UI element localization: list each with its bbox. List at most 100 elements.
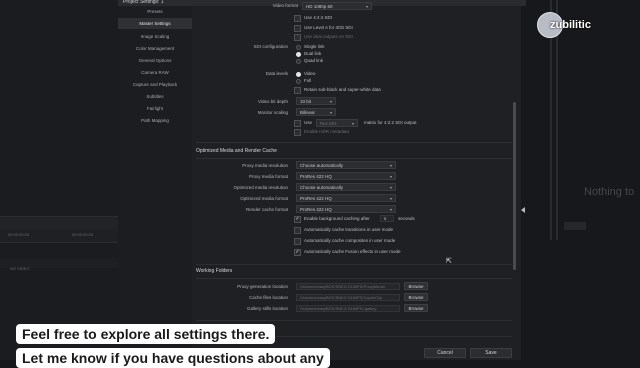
monitor-scaling-select[interactable]: Bilinear ▾ [296, 108, 336, 116]
video-bit-depth-label: Video bit depth [258, 99, 288, 104]
timecode-left: 00:00:00:00 [8, 232, 30, 237]
render-cache-format-label: Render cache format [245, 207, 288, 212]
optimized-format-select[interactable]: ProRes 422 HQ ▾ [296, 194, 396, 202]
gallery-location-browse-button[interactable]: Browse [404, 304, 428, 312]
nav-item-color-management[interactable]: Color Management [118, 43, 192, 54]
chevron-down-icon: ▾ [329, 110, 332, 115]
hdr-metadata-label: Enable HDR metadata [304, 129, 350, 134]
background-control [564, 222, 586, 230]
render-cache-format-select[interactable]: ProRes 422 HQ ▾ [296, 205, 396, 213]
video-levels-label: Video [304, 71, 316, 76]
full-levels-label: Full [304, 78, 312, 83]
chevron-down-icon: ▾ [389, 174, 392, 179]
section-divider [196, 320, 512, 321]
hdr-metadata-checkbox[interactable] [294, 129, 301, 136]
cache-composites-checkbox[interactable] [294, 238, 301, 245]
proxy-resolution-select[interactable]: Choose automatically ▾ [296, 161, 396, 169]
mouse-pointer-icon: ⇱ [446, 258, 452, 265]
chevron-down-icon: ▾ [389, 163, 392, 168]
use-dual-outputs-checkbox[interactable] [294, 34, 301, 41]
background-caching-checkbox[interactable]: ✓ [294, 216, 301, 223]
cache-fusion-label: Automatically cache Fusion effects in us… [304, 249, 401, 254]
optimized-resolution-label: Optimized media resolution [233, 185, 288, 190]
use-level-a-label: Use Level A for 3Gb SDI [304, 25, 353, 30]
retain-data-checkbox[interactable] [294, 87, 301, 94]
cache-location-browse-button[interactable]: Browse [404, 293, 428, 301]
use-matrix-checkbox[interactable] [294, 120, 301, 127]
monitor-scaling-value: Bilinear [300, 110, 316, 115]
nav-item-image-scaling[interactable]: Image Scaling [118, 31, 192, 42]
cache-transitions-label: Automatically cache transitions in user … [304, 227, 394, 232]
render-cache-format-value: ProRes 422 HQ [300, 207, 332, 212]
proxy-location-browse-button[interactable]: Browse [404, 282, 428, 290]
quad-link-label: Quad link [304, 58, 324, 63]
single-link-radio[interactable] [296, 45, 301, 50]
gallery-location-field[interactable]: /Volumes/easyBOX/SNEO DUMPS/.gallery [296, 305, 400, 312]
chevron-down-icon: ▾ [389, 185, 392, 190]
video-levels-radio[interactable] [296, 72, 301, 77]
matrix-label: matrix for 4:2:2 SDI output [364, 120, 417, 125]
collapse-arrow-icon[interactable] [521, 207, 525, 213]
channel-logo-text: zubilitic [550, 19, 591, 31]
no-video-label: NO VIDEO [10, 266, 30, 271]
single-link-label: Single link [304, 44, 325, 49]
optimized-resolution-value: Choose automatically [300, 185, 344, 190]
chevron-down-icon: ▾ [329, 99, 332, 104]
nav-item-subtitles[interactable]: Subtitles [118, 91, 192, 102]
nav-item-path-mapping[interactable]: Path Mapping [118, 115, 192, 126]
cache-composites-label: Automatically cache composites in user m… [304, 238, 396, 243]
proxy-format-value: ProRes 422 HQ [300, 174, 332, 179]
nav-item-general-options[interactable]: General Options [118, 55, 192, 66]
section-divider [196, 278, 512, 279]
rec-select[interactable]: Rec.601 ▾ [316, 119, 358, 127]
video-bit-depth-select[interactable]: 10 bit ▾ [296, 97, 336, 105]
quad-link-radio[interactable] [296, 59, 301, 64]
save-button[interactable]: Save [470, 348, 512, 358]
proxy-format-select[interactable]: ProRes 422 HQ ▾ [296, 172, 396, 180]
background-caching-seconds-input[interactable]: 5 [380, 215, 394, 222]
cache-location-field[interactable]: /Volumes/easyBOX/SNEO DUMPS/CacheClip [296, 294, 400, 301]
subtitle-caption-line-2: Let me know if you have questions about … [16, 348, 330, 368]
nav-item-presets[interactable]: Presets [118, 6, 192, 17]
proxy-resolution-value: Choose automatically [300, 163, 344, 168]
full-levels-radio[interactable] [296, 79, 301, 84]
settings-scrollbar[interactable] [513, 102, 516, 270]
use-level-a-checkbox[interactable] [294, 25, 301, 32]
proxy-location-label: Proxy generation location [237, 284, 288, 289]
project-settings-dialog: Project Settings: 1 Presets Master Setti… [118, 0, 526, 360]
nav-item-fairlight[interactable]: Fairlight [118, 103, 192, 114]
chevron-down-icon: ▾ [389, 207, 392, 212]
section-divider [196, 158, 512, 159]
timeline-toolbar [0, 216, 118, 231]
gallery-location-label: Gallery stills location [246, 306, 288, 311]
nav-item-camera-raw[interactable]: Camera RAW [118, 67, 192, 78]
settings-nav: Presets Master Settings Image Scaling Co… [118, 6, 192, 360]
video-format-value: HD 1080p 60 [306, 4, 333, 9]
sdi-config-label: SDI configuration [253, 44, 288, 49]
video-bit-depth-value: 10 bit [300, 99, 312, 104]
use-444-sdi-checkbox[interactable] [294, 15, 301, 22]
optimized-format-label: Optimized media format [240, 196, 288, 201]
nav-item-capture-playback[interactable]: Capture and Playback [118, 79, 192, 90]
use-444-sdi-label: Use 4:4:4 SDI [304, 15, 333, 20]
chevron-down-icon: ▾ [351, 121, 354, 126]
rec-value: Rec.601 [320, 121, 337, 126]
video-format-label: Video format [272, 3, 298, 8]
video-format-select[interactable]: HD 1080p 60 ▾ [302, 2, 372, 10]
background-left-panel: 00:00:00:00 00:00:00:00 NO VIDEO [0, 0, 118, 360]
timecode-right: 00:00:00:00 [72, 232, 94, 237]
background-caching-label: Enable background caching after [304, 216, 370, 221]
proxy-resolution-label: Proxy media resolution [242, 163, 288, 168]
proxy-location-field[interactable]: /Volumes/easyBOX/SNEO DUMPS/ProxyMedia [296, 283, 400, 290]
monitor-scaling-label: Monitor scaling [257, 110, 288, 115]
optimized-resolution-select[interactable]: Choose automatically ▾ [296, 183, 396, 191]
subtitle-caption-line-1: Feel free to explore all settings there. [16, 324, 276, 344]
optimized-format-value: ProRes 422 HQ [300, 196, 332, 201]
cache-transitions-checkbox[interactable] [294, 227, 301, 234]
dual-link-radio[interactable] [296, 52, 301, 57]
nav-item-master-settings[interactable]: Master Settings [118, 18, 192, 29]
cancel-button[interactable]: Cancel [424, 348, 466, 358]
use-dual-outputs-label: Use dual outputs on SDI [304, 34, 353, 39]
cache-location-label: Cache files location [248, 295, 288, 300]
cache-fusion-checkbox[interactable]: ✓ [294, 249, 301, 256]
